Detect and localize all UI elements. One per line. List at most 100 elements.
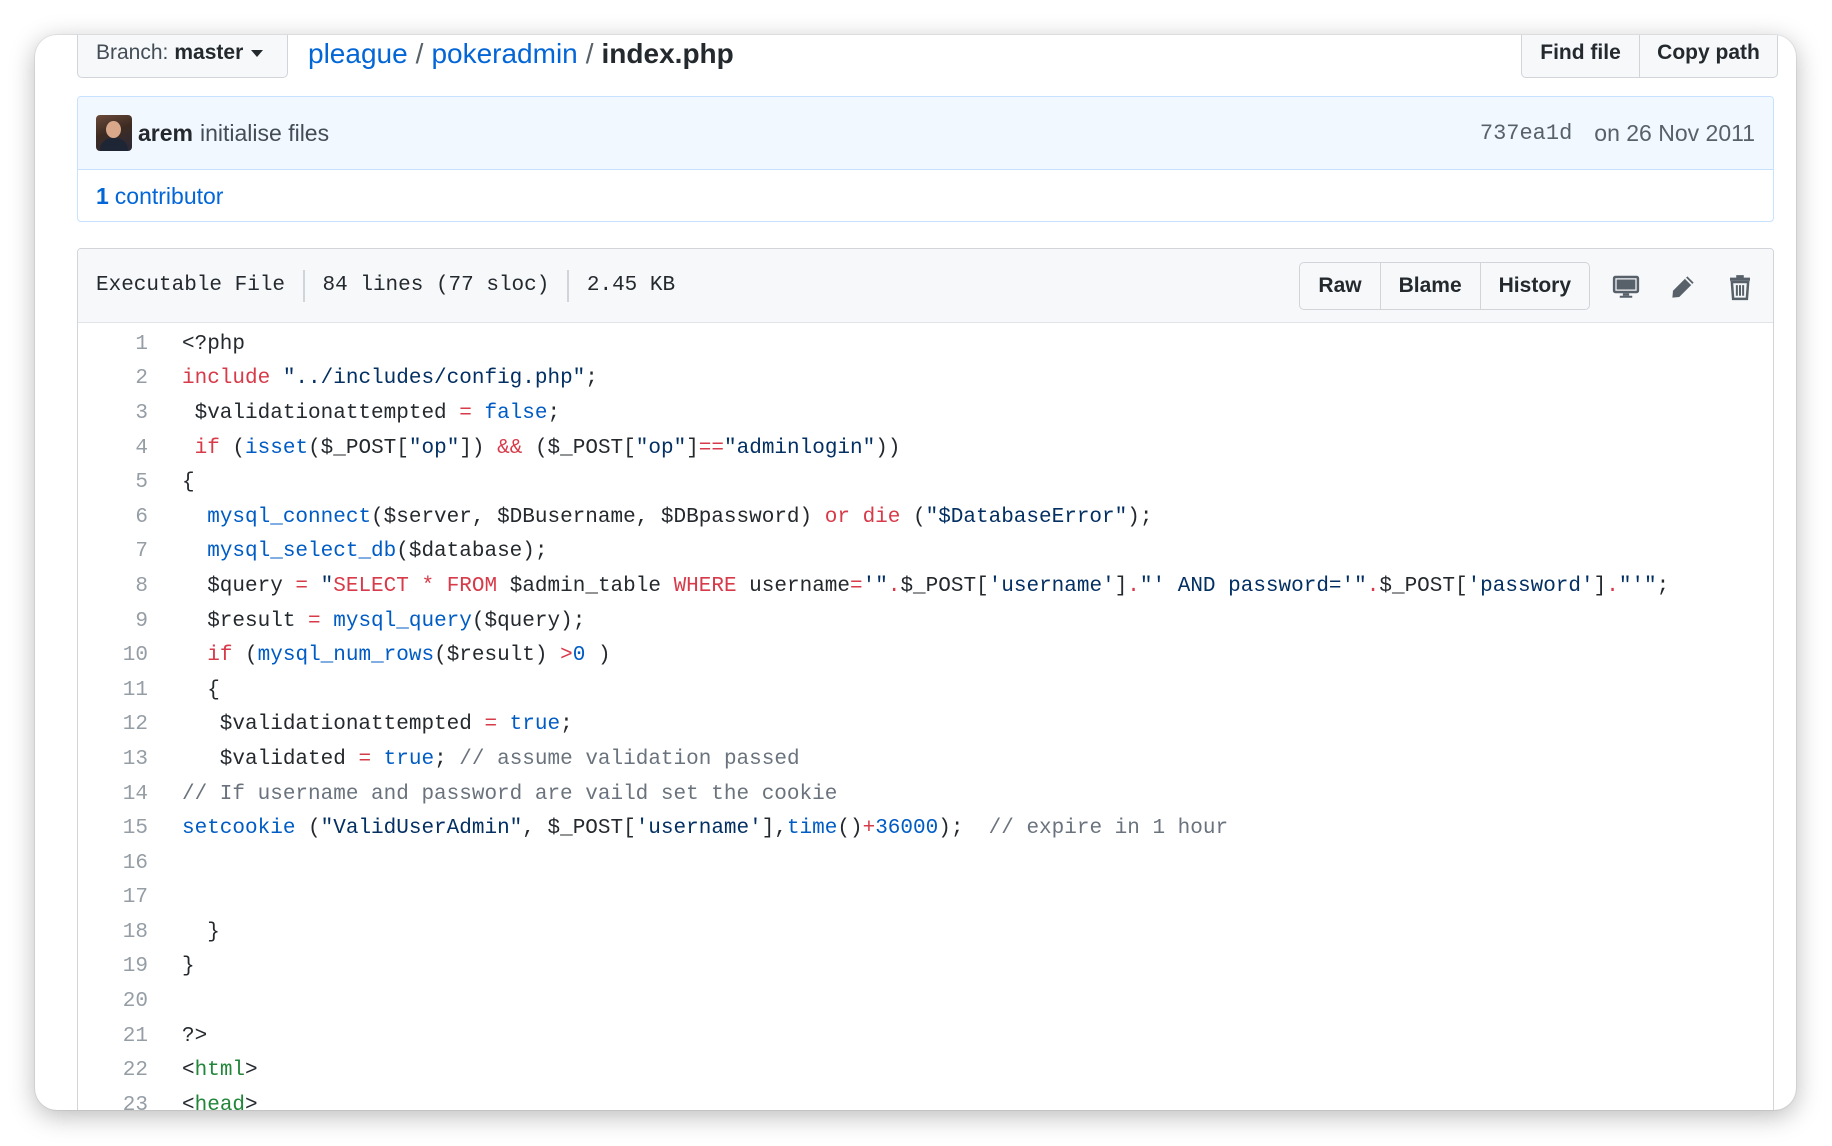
code-token: ($database); <box>396 540 548 564</box>
line-number[interactable]: 17 <box>78 886 148 909</box>
branch-label: Branch: <box>96 40 169 64</box>
code-token: ; <box>560 713 573 737</box>
commit-info-box: arem initialise files 737ea1d on 26 Nov … <box>77 96 1774 222</box>
breadcrumb-owner-link[interactable]: pleague <box>308 38 408 70</box>
line-number[interactable]: 18 <box>78 921 148 944</box>
code-token: , $_POST[ <box>522 817 636 841</box>
raw-button[interactable]: Raw <box>1299 262 1381 310</box>
code-line: 6 mysql_connect($server, $DBusername, $D… <box>78 500 1773 535</box>
line-number[interactable]: 1 <box>78 333 148 356</box>
code-token: ; <box>585 367 598 391</box>
code-token: == <box>698 436 725 460</box>
line-number[interactable]: 22 <box>78 1059 148 1082</box>
line-code: ?> <box>182 1025 207 1048</box>
browser-window: Branch: master pleague / pokeradmin / in… <box>35 35 1796 1110</box>
commit-message-link[interactable]: initialise files <box>200 120 329 147</box>
code-token: . <box>1127 574 1140 598</box>
line-number[interactable]: 8 <box>78 575 148 598</box>
pencil-icon[interactable] <box>1666 270 1700 304</box>
contributors-link[interactable]: 1 contributor <box>78 170 1773 221</box>
code-line: 23 <head> <box>78 1088 1773 1110</box>
line-number[interactable]: 7 <box>78 540 148 563</box>
line-number[interactable]: 20 <box>78 990 148 1013</box>
line-number[interactable]: 4 <box>78 437 148 460</box>
code-token: FROM <box>446 574 498 598</box>
code-token: 'password' <box>1467 574 1594 598</box>
code-line: 18 } <box>78 915 1773 950</box>
file-actions-button-group: Raw Blame History <box>1299 262 1590 310</box>
line-code: mysql_select_db($database); <box>182 540 547 563</box>
file-mode: Executable File <box>96 274 286 297</box>
code-line: 8 $query = "SELECT * FROM $admin_table W… <box>78 569 1773 604</box>
copy-path-button[interactable]: Copy path <box>1640 35 1778 78</box>
line-number[interactable]: 23 <box>78 1094 148 1110</box>
code-token: } <box>182 955 195 979</box>
code-token: ($result) <box>434 644 561 668</box>
caret-down-icon <box>251 50 264 57</box>
avatar[interactable] <box>96 115 132 151</box>
line-code: <?php <box>182 333 245 356</box>
code-token: die <box>862 505 901 529</box>
line-number[interactable]: 3 <box>78 402 148 425</box>
code-token: html <box>194 1059 246 1083</box>
code-token: () <box>837 817 863 841</box>
line-number[interactable]: 13 <box>78 748 148 771</box>
code-token: ], <box>761 817 787 841</box>
file-line-count: 84 lines (77 sloc) <box>322 274 550 297</box>
line-number[interactable]: 14 <box>78 783 148 806</box>
line-number[interactable]: 21 <box>78 1025 148 1048</box>
code-line: 2 include "../includes/config.php"; <box>78 362 1773 397</box>
code-token: * <box>421 574 435 598</box>
file-size: 2.45 KB <box>586 274 676 297</box>
code-token: '" <box>862 574 888 598</box>
line-number[interactable]: 6 <box>78 506 148 529</box>
line-number[interactable]: 10 <box>78 644 148 667</box>
code-token: } <box>182 920 220 944</box>
line-number[interactable]: 19 <box>78 955 148 978</box>
code-token: < <box>182 1059 195 1083</box>
branch-select-button[interactable]: Branch: master <box>77 35 288 78</box>
divider <box>567 269 569 302</box>
code-line: 10 if (mysql_num_rows($result) >0 ) <box>78 638 1773 673</box>
blame-button[interactable]: Blame <box>1380 262 1481 310</box>
history-button[interactable]: History <box>1480 262 1590 310</box>
line-code: { <box>182 679 220 702</box>
code-token: && <box>497 436 523 460</box>
code-token: mysql_num_rows <box>257 644 435 668</box>
commit-author-link[interactable]: arem <box>138 120 193 147</box>
code-token: ] <box>1114 574 1128 598</box>
code-line: 13 $validated = true; // assume validati… <box>78 742 1773 777</box>
code-token: ]) <box>459 436 498 460</box>
desktop-icon[interactable] <box>1609 270 1643 304</box>
code-token: "'" <box>1618 574 1657 598</box>
line-number[interactable]: 12 <box>78 713 148 736</box>
code-token: "$DatabaseError" <box>925 505 1128 529</box>
code-token: ; <box>434 747 460 771</box>
line-number[interactable]: 16 <box>78 852 148 875</box>
trash-icon[interactable] <box>1723 270 1757 304</box>
find-file-button[interactable]: Find file <box>1521 35 1640 78</box>
commit-sha-link[interactable]: 737ea1d <box>1480 121 1572 146</box>
code-token: time <box>786 817 838 841</box>
line-number[interactable]: 9 <box>78 610 148 633</box>
code-token: > <box>245 1093 258 1110</box>
code-token: 'username' <box>988 574 1115 598</box>
line-number[interactable]: 15 <box>78 817 148 840</box>
code-token: $validated <box>182 747 359 771</box>
line-number[interactable]: 11 <box>78 679 148 702</box>
code-token: WHERE <box>673 574 737 598</box>
code-token: isset <box>245 436 309 460</box>
line-number[interactable]: 5 <box>78 471 148 494</box>
code-token: head <box>194 1093 246 1110</box>
line-number[interactable]: 2 <box>78 367 148 390</box>
file-info: Executable File 84 lines (77 sloc) 2.45 … <box>96 269 676 302</box>
code-token: 36000 <box>875 817 939 841</box>
breadcrumb-repo-link[interactable]: pokeradmin <box>431 38 577 70</box>
